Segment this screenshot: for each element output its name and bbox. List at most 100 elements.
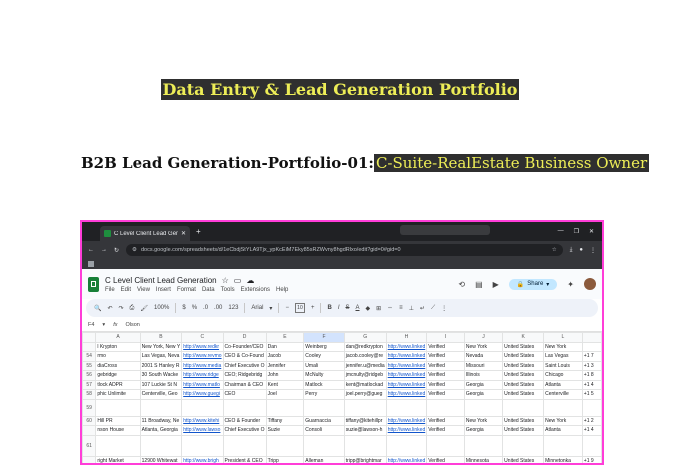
- table-cell[interactable]: Las Vegas, Neva: [139, 351, 183, 362]
- table-cell[interactable]: [463, 434, 504, 457]
- table-cell[interactable]: New York: [543, 415, 583, 426]
- table-cell[interactable]: Matlock: [303, 379, 345, 390]
- table-cell[interactable]: diaCross: [95, 360, 141, 371]
- move-folder-icon[interactable]: ▭: [234, 276, 242, 285]
- table-cell[interactable]: http://www.kitehi: [181, 415, 224, 426]
- table-cell[interactable]: United States: [502, 379, 545, 390]
- table-cell[interactable]: http://www.linked: [385, 415, 428, 426]
- table-cell[interactable]: +1 4: [581, 425, 602, 436]
- row-header[interactable]: 61: [82, 434, 97, 457]
- more-icon[interactable]: ⋮: [441, 305, 447, 312]
- font-size-increase-icon[interactable]: +: [311, 305, 315, 311]
- table-cell[interactable]: Illinois: [463, 370, 504, 381]
- table-cell[interactable]: New York: [463, 341, 504, 352]
- column-header[interactable]: F: [303, 332, 345, 343]
- table-cell[interactable]: [463, 398, 504, 417]
- table-cell[interactable]: Verified: [426, 341, 465, 352]
- forward-icon[interactable]: →: [101, 247, 107, 253]
- table-cell[interactable]: http://www.lawso: [181, 425, 224, 436]
- table-cell[interactable]: http://www.linked: [385, 379, 428, 390]
- table-cell[interactable]: [139, 398, 183, 417]
- maximize-icon[interactable]: ❐: [574, 228, 579, 235]
- table-cell[interactable]: +1 4: [581, 379, 602, 390]
- table-cell[interactable]: jennifer.u@media: [343, 360, 387, 371]
- table-cell[interactable]: [181, 434, 224, 457]
- download-icon[interactable]: ⤓: [570, 247, 573, 254]
- table-cell[interactable]: United States: [502, 351, 545, 362]
- table-cell[interactable]: http://www.linked: [385, 425, 428, 436]
- table-cell[interactable]: United States: [502, 455, 545, 463]
- back-icon[interactable]: ←: [88, 247, 94, 253]
- table-cell[interactable]: Minnetonka: [543, 455, 583, 463]
- table-cell[interactable]: rmo: [95, 351, 141, 362]
- table-cell[interactable]: United States: [502, 389, 545, 400]
- menu-item-data[interactable]: Data: [202, 287, 215, 293]
- paint-format-icon[interactable]: 🖌: [140, 305, 148, 312]
- gemini-icon[interactable]: ✦: [567, 280, 574, 289]
- table-cell[interactable]: Chicago: [543, 370, 583, 381]
- table-cell[interactable]: [343, 398, 387, 417]
- table-cell[interactable]: Consoli: [303, 425, 345, 436]
- table-cell[interactable]: 2001 S Hanley R: [139, 360, 183, 371]
- table-cell[interactable]: Georgia: [463, 379, 504, 390]
- table-cell[interactable]: [385, 398, 428, 417]
- table-cell[interactable]: Saint Louis: [543, 360, 583, 371]
- menu-item-help[interactable]: Help: [276, 287, 288, 293]
- browser-tab[interactable]: C Level Client Lead Generation ✕: [100, 226, 190, 241]
- row-header[interactable]: [82, 341, 97, 352]
- table-cell[interactable]: nson House: [95, 425, 141, 436]
- table-cell[interactable]: 12900 Whitewat: [139, 455, 183, 463]
- strikethrough-icon[interactable]: S: [345, 305, 349, 311]
- table-cell[interactable]: Umali: [303, 360, 345, 371]
- table-cell[interactable]: http://www.linked: [385, 455, 428, 463]
- table-cell[interactable]: McNulty: [303, 370, 345, 381]
- row-header[interactable]: [82, 425, 97, 436]
- merge-icon[interactable]: ⇔: [387, 305, 393, 311]
- menu-item-file[interactable]: File: [105, 287, 115, 293]
- row-header[interactable]: 59: [82, 398, 97, 417]
- row-header[interactable]: 57: [82, 379, 97, 390]
- menu-item-insert[interactable]: Insert: [156, 287, 171, 293]
- minimize-icon[interactable]: —: [558, 228, 564, 235]
- column-header[interactable]: G: [343, 332, 387, 343]
- currency-icon[interactable]: $: [182, 305, 185, 311]
- avatar[interactable]: [584, 278, 596, 290]
- table-cell[interactable]: +1 2: [581, 415, 602, 426]
- table-cell[interactable]: Atlanta: [543, 379, 583, 390]
- menu-item-tools[interactable]: Tools: [221, 287, 235, 293]
- search-menus-icon[interactable]: 🔍: [94, 305, 101, 312]
- table-cell[interactable]: [95, 434, 141, 457]
- column-header[interactable]: J: [463, 332, 504, 343]
- table-cell[interactable]: Verified: [426, 370, 465, 381]
- site-info-icon[interactable]: ⚙: [132, 247, 137, 253]
- table-cell[interactable]: Guarnaccia: [303, 415, 345, 426]
- column-header[interactable]: I: [426, 332, 465, 343]
- column-header[interactable]: K: [502, 332, 545, 343]
- table-cell[interactable]: tlock ADPR: [95, 379, 141, 390]
- table-cell[interactable]: Georgia: [463, 389, 504, 400]
- apps-icon[interactable]: [88, 261, 94, 267]
- italic-icon[interactable]: I: [338, 305, 340, 311]
- align-icon[interactable]: ≡: [399, 305, 403, 311]
- table-cell[interactable]: Missouri: [463, 360, 504, 371]
- table-cell[interactable]: [181, 398, 224, 417]
- history-icon[interactable]: ⟲: [458, 280, 465, 289]
- table-cell[interactable]: l Krypton: [95, 341, 141, 352]
- table-cell[interactable]: Dan: [265, 341, 305, 352]
- table-cell[interactable]: http://www.linked: [385, 389, 428, 400]
- table-cell[interactable]: [303, 434, 345, 457]
- row-header[interactable]: 54: [82, 351, 97, 362]
- table-cell[interactable]: +1 3: [581, 360, 602, 371]
- number-format-icon[interactable]: 123: [228, 305, 238, 311]
- table-cell[interactable]: Jacob: [265, 351, 305, 362]
- table-cell[interactable]: http://www.brigh: [181, 455, 224, 463]
- percent-icon[interactable]: %: [192, 305, 197, 311]
- table-cell[interactable]: suzie@lawson-h: [343, 425, 387, 436]
- table-cell[interactable]: Perry: [303, 389, 345, 400]
- font-dropdown-icon[interactable]: ▾: [269, 305, 272, 312]
- table-cell[interactable]: right Market: [95, 455, 141, 463]
- table-cell[interactable]: New York, New Y: [139, 341, 183, 352]
- column-header[interactable]: L: [543, 332, 583, 343]
- table-cell[interactable]: Verified: [426, 351, 465, 362]
- table-cell[interactable]: [139, 434, 183, 457]
